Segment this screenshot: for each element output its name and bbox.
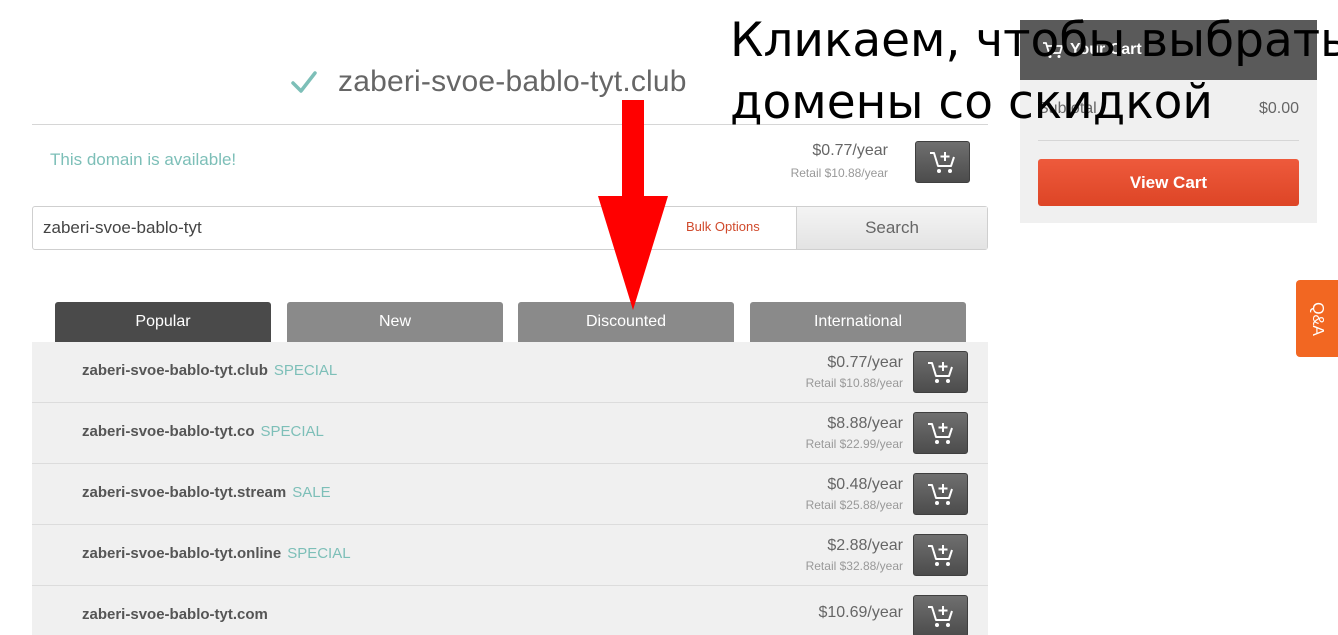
domain-name-text: zaberi-svoe-bablo-tyt.online bbox=[82, 545, 282, 562]
add-to-cart-button[interactable] bbox=[913, 534, 968, 576]
domain-price: $8.88/year bbox=[827, 415, 903, 432]
domain-row: zaberi-svoe-bablo-tyt.stream SALE $0.48/y… bbox=[32, 464, 988, 525]
domain-name: zaberi-svoe-bablo-tyt.online SPECIAL bbox=[82, 545, 351, 562]
domain-price: $0.48/year bbox=[827, 476, 903, 493]
domain-name: zaberi-svoe-bablo-tyt.club SPECIAL bbox=[82, 362, 337, 379]
price-block: $8.88/year Retail $22.99/year bbox=[806, 415, 903, 451]
divider bbox=[1038, 140, 1299, 141]
domain-row: zaberi-svoe-bablo-tyt.co SPECIAL $8.88/ye… bbox=[32, 403, 988, 464]
annotation-line-2: домены со скидкой bbox=[730, 75, 1213, 130]
domain-price: $2.88/year bbox=[827, 537, 903, 554]
add-to-cart-icon bbox=[927, 484, 953, 505]
domain-price: $10.69/year bbox=[818, 604, 903, 621]
view-cart-button[interactable]: View Cart bbox=[1038, 159, 1299, 206]
search-input[interactable] bbox=[33, 207, 673, 249]
tab-popular[interactable]: Popular bbox=[55, 302, 271, 342]
domain-name: zaberi-svoe-bablo-tyt.stream SALE bbox=[82, 484, 331, 501]
add-to-cart-icon bbox=[927, 362, 953, 383]
add-to-cart-icon bbox=[927, 606, 953, 627]
domain-tag: SALE bbox=[292, 484, 331, 501]
price-block: $10.69/year bbox=[818, 604, 903, 626]
domain-results-list: zaberi-svoe-bablo-tyt.club SPECIAL $0.77/… bbox=[32, 342, 988, 635]
availability-message: This domain is available! bbox=[50, 150, 237, 169]
domain-name-text: zaberi-svoe-bablo-tyt.club bbox=[82, 362, 268, 379]
domain-name-text: zaberi-svoe-bablo-tyt.co bbox=[82, 423, 255, 440]
domain-row: zaberi-svoe-bablo-tyt.online SPECIAL $2.8… bbox=[32, 525, 988, 586]
bulk-options-link[interactable]: Bulk Options bbox=[686, 219, 760, 234]
main-retail-price: Retail $10.88/year bbox=[790, 166, 888, 180]
search-button[interactable]: Search bbox=[796, 207, 987, 249]
tab-new[interactable]: New bbox=[287, 302, 503, 342]
add-to-cart-button[interactable] bbox=[913, 595, 968, 635]
domain-name-text: zaberi-svoe-bablo-tyt.com bbox=[82, 606, 268, 623]
add-to-cart-button[interactable] bbox=[913, 412, 968, 454]
arrow-down-icon bbox=[598, 100, 668, 310]
domain-retail-price: Retail $10.88/year bbox=[805, 376, 903, 390]
price-block: $0.48/year Retail $25.88/year bbox=[806, 476, 903, 512]
qa-tab[interactable]: Q&A bbox=[1296, 280, 1338, 357]
search-bar: Bulk Options Search bbox=[32, 206, 988, 250]
annotation-line-1: Кликаем, чтобы выбрать bbox=[730, 13, 1338, 68]
add-to-cart-icon bbox=[929, 152, 955, 173]
add-to-cart-button[interactable] bbox=[915, 141, 970, 183]
domain-retail-price: Retail $32.88/year bbox=[805, 559, 903, 573]
add-to-cart-icon bbox=[927, 545, 953, 566]
add-to-cart-button[interactable] bbox=[913, 473, 968, 515]
domain-retail-price: Retail $25.88/year bbox=[805, 498, 903, 512]
domain-row: zaberi-svoe-bablo-tyt.club SPECIAL $0.77/… bbox=[32, 342, 988, 403]
domain-name: zaberi-svoe-bablo-tyt.co SPECIAL bbox=[82, 423, 324, 440]
price-block: $0.77/year Retail $10.88/year bbox=[806, 354, 903, 390]
domain-price: $0.77/year bbox=[827, 354, 903, 371]
checked-domain-name: zaberi-svoe-bablo-tyt.club bbox=[338, 65, 687, 98]
domain-name: zaberi-svoe-bablo-tyt.com bbox=[82, 606, 274, 623]
domain-name-text: zaberi-svoe-bablo-tyt.stream bbox=[82, 484, 287, 501]
qa-label: Q&A bbox=[1308, 301, 1326, 336]
main-price: $0.77/year bbox=[812, 142, 888, 159]
domain-retail-price: Retail $22.99/year bbox=[805, 437, 903, 451]
price-block: $2.88/year Retail $32.88/year bbox=[806, 537, 903, 573]
main-price-block: $0.77/year Retail $10.88/year bbox=[791, 142, 888, 180]
add-to-cart-button[interactable] bbox=[913, 351, 968, 393]
annotation-text: Кликаем, чтобы выбрать домены со скидкой bbox=[730, 10, 1338, 134]
domain-row: zaberi-svoe-bablo-tyt.com $10.69/year bbox=[32, 586, 988, 635]
check-icon bbox=[291, 71, 317, 93]
add-to-cart-icon bbox=[927, 423, 953, 444]
checked-domain-header: zaberi-svoe-bablo-tyt.club bbox=[290, 60, 687, 104]
domain-tag: SPECIAL bbox=[287, 545, 351, 562]
domain-tag: SPECIAL bbox=[273, 362, 338, 379]
domain-tag: SPECIAL bbox=[260, 423, 324, 440]
tab-international[interactable]: International bbox=[750, 302, 966, 342]
